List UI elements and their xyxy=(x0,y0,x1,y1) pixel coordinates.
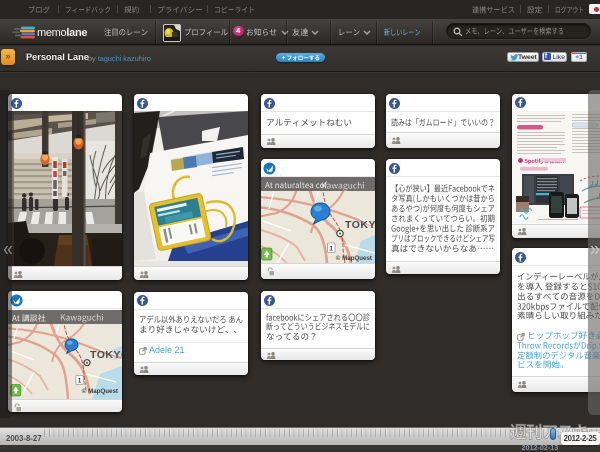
svg-text:1: 1 xyxy=(77,377,81,384)
svg-text:© MapQuest: © MapQuest xyxy=(335,255,371,262)
svg-text:TOKYO: TOKYO xyxy=(90,349,122,361)
svg-text:© MapQuest: © MapQuest xyxy=(81,388,117,395)
svg-text:TOKYO: TOKYO xyxy=(345,219,375,231)
svg-text:1: 1 xyxy=(329,245,333,252)
